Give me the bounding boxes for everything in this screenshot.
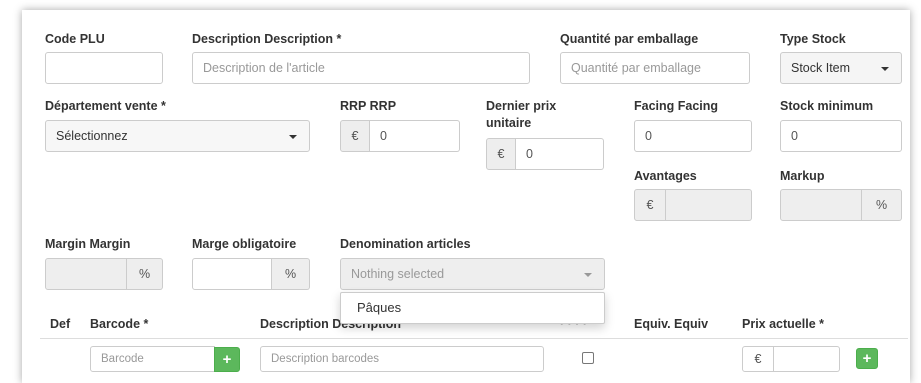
euro-addon: € <box>486 138 516 170</box>
markup-input-group: % <box>780 189 902 221</box>
euro-addon: € <box>634 189 666 221</box>
denomination-dropdown-menu: Pâques <box>340 292 605 324</box>
denomination-label: Denomination articles <box>340 237 471 251</box>
denomination-placeholder: Nothing selected <box>351 267 445 281</box>
markup-label: Markup <box>780 169 825 183</box>
stock-minimum-label: Stock minimum <box>780 99 874 113</box>
rrp-input-group: € 0 <box>340 120 460 152</box>
barcode-input[interactable]: Barcode <box>90 346 215 372</box>
percent-addon: % <box>862 189 902 221</box>
description-input[interactable]: Description de l'article <box>192 52 530 84</box>
code-plu-label: Code PLU <box>45 32 105 46</box>
row-checkbox[interactable] <box>582 352 594 364</box>
prix-input-group: € <box>742 346 840 372</box>
euro-addon: € <box>742 346 774 372</box>
dernier-prix-label-line2: unitaire <box>486 116 532 130</box>
type-stock-label: Type Stock <box>780 32 846 46</box>
marge-obligatoire-input-group: % <box>192 258 310 290</box>
avantages-input-group: € <box>634 189 752 221</box>
description-label: Description Description * <box>192 32 342 46</box>
description-placeholder: Description de l'article <box>203 61 325 75</box>
avantages-label: Avantages <box>634 169 697 183</box>
departement-select[interactable]: Sélectionnez <box>45 120 310 152</box>
rrp-label: RRP RRP <box>340 99 397 113</box>
rrp-input[interactable]: 0 <box>370 120 460 152</box>
dropdown-option-paques[interactable]: Pâques <box>357 300 401 315</box>
facing-input[interactable]: 0 <box>634 120 752 152</box>
chevron-down-icon <box>289 135 297 139</box>
markup-input <box>780 189 862 221</box>
description-barcodes-placeholder: Description barcodes <box>271 353 380 365</box>
facing-label: Facing Facing <box>634 99 719 113</box>
barcode-placeholder: Barcode <box>101 353 144 365</box>
stock-minimum-input[interactable]: 0 <box>780 120 902 152</box>
quantite-input[interactable]: Quantité par emballage <box>560 52 750 84</box>
add-barcode-button[interactable]: + <box>214 347 240 372</box>
quantite-placeholder: Quantité par emballage <box>571 61 701 75</box>
col-def-header: Def <box>50 317 71 331</box>
margin-input <box>45 258 127 290</box>
margin-input-group: % <box>45 258 163 290</box>
marge-obligatoire-label: Marge obligatoire <box>192 237 297 251</box>
description-barcodes-input[interactable]: Description barcodes <box>260 346 544 372</box>
type-stock-selected: Stock Item <box>791 61 851 75</box>
avantages-input <box>666 189 752 221</box>
add-price-button[interactable]: + <box>856 348 878 369</box>
dernier-prix-label: Dernier prix <box>486 99 557 113</box>
quantite-label: Quantité par emballage <box>560 32 699 46</box>
col-prix-header: Prix actuelle * <box>742 317 824 331</box>
euro-addon: € <box>340 120 370 152</box>
table-header-divider <box>40 338 908 339</box>
marge-obligatoire-input[interactable] <box>192 258 272 290</box>
prix-input[interactable] <box>774 346 840 372</box>
code-plu-input[interactable] <box>45 52 163 84</box>
percent-addon: % <box>272 258 310 290</box>
chevron-down-icon <box>584 273 592 277</box>
dernier-prix-input[interactable]: 0 <box>516 138 604 170</box>
type-stock-select[interactable]: Stock Item <box>780 52 902 84</box>
departement-label: Département vente * <box>45 99 166 113</box>
dernier-prix-input-group: € 0 <box>486 138 604 170</box>
denomination-select[interactable]: Nothing selected <box>340 258 605 290</box>
col-barcode-header: Barcode * <box>90 317 149 331</box>
margin-label: Margin Margin <box>45 237 131 251</box>
departement-selected: Sélectionnez <box>56 129 128 143</box>
col-equiv-header: Equiv. Equiv <box>634 317 709 331</box>
chevron-down-icon <box>881 67 889 71</box>
percent-addon: % <box>127 258 163 290</box>
